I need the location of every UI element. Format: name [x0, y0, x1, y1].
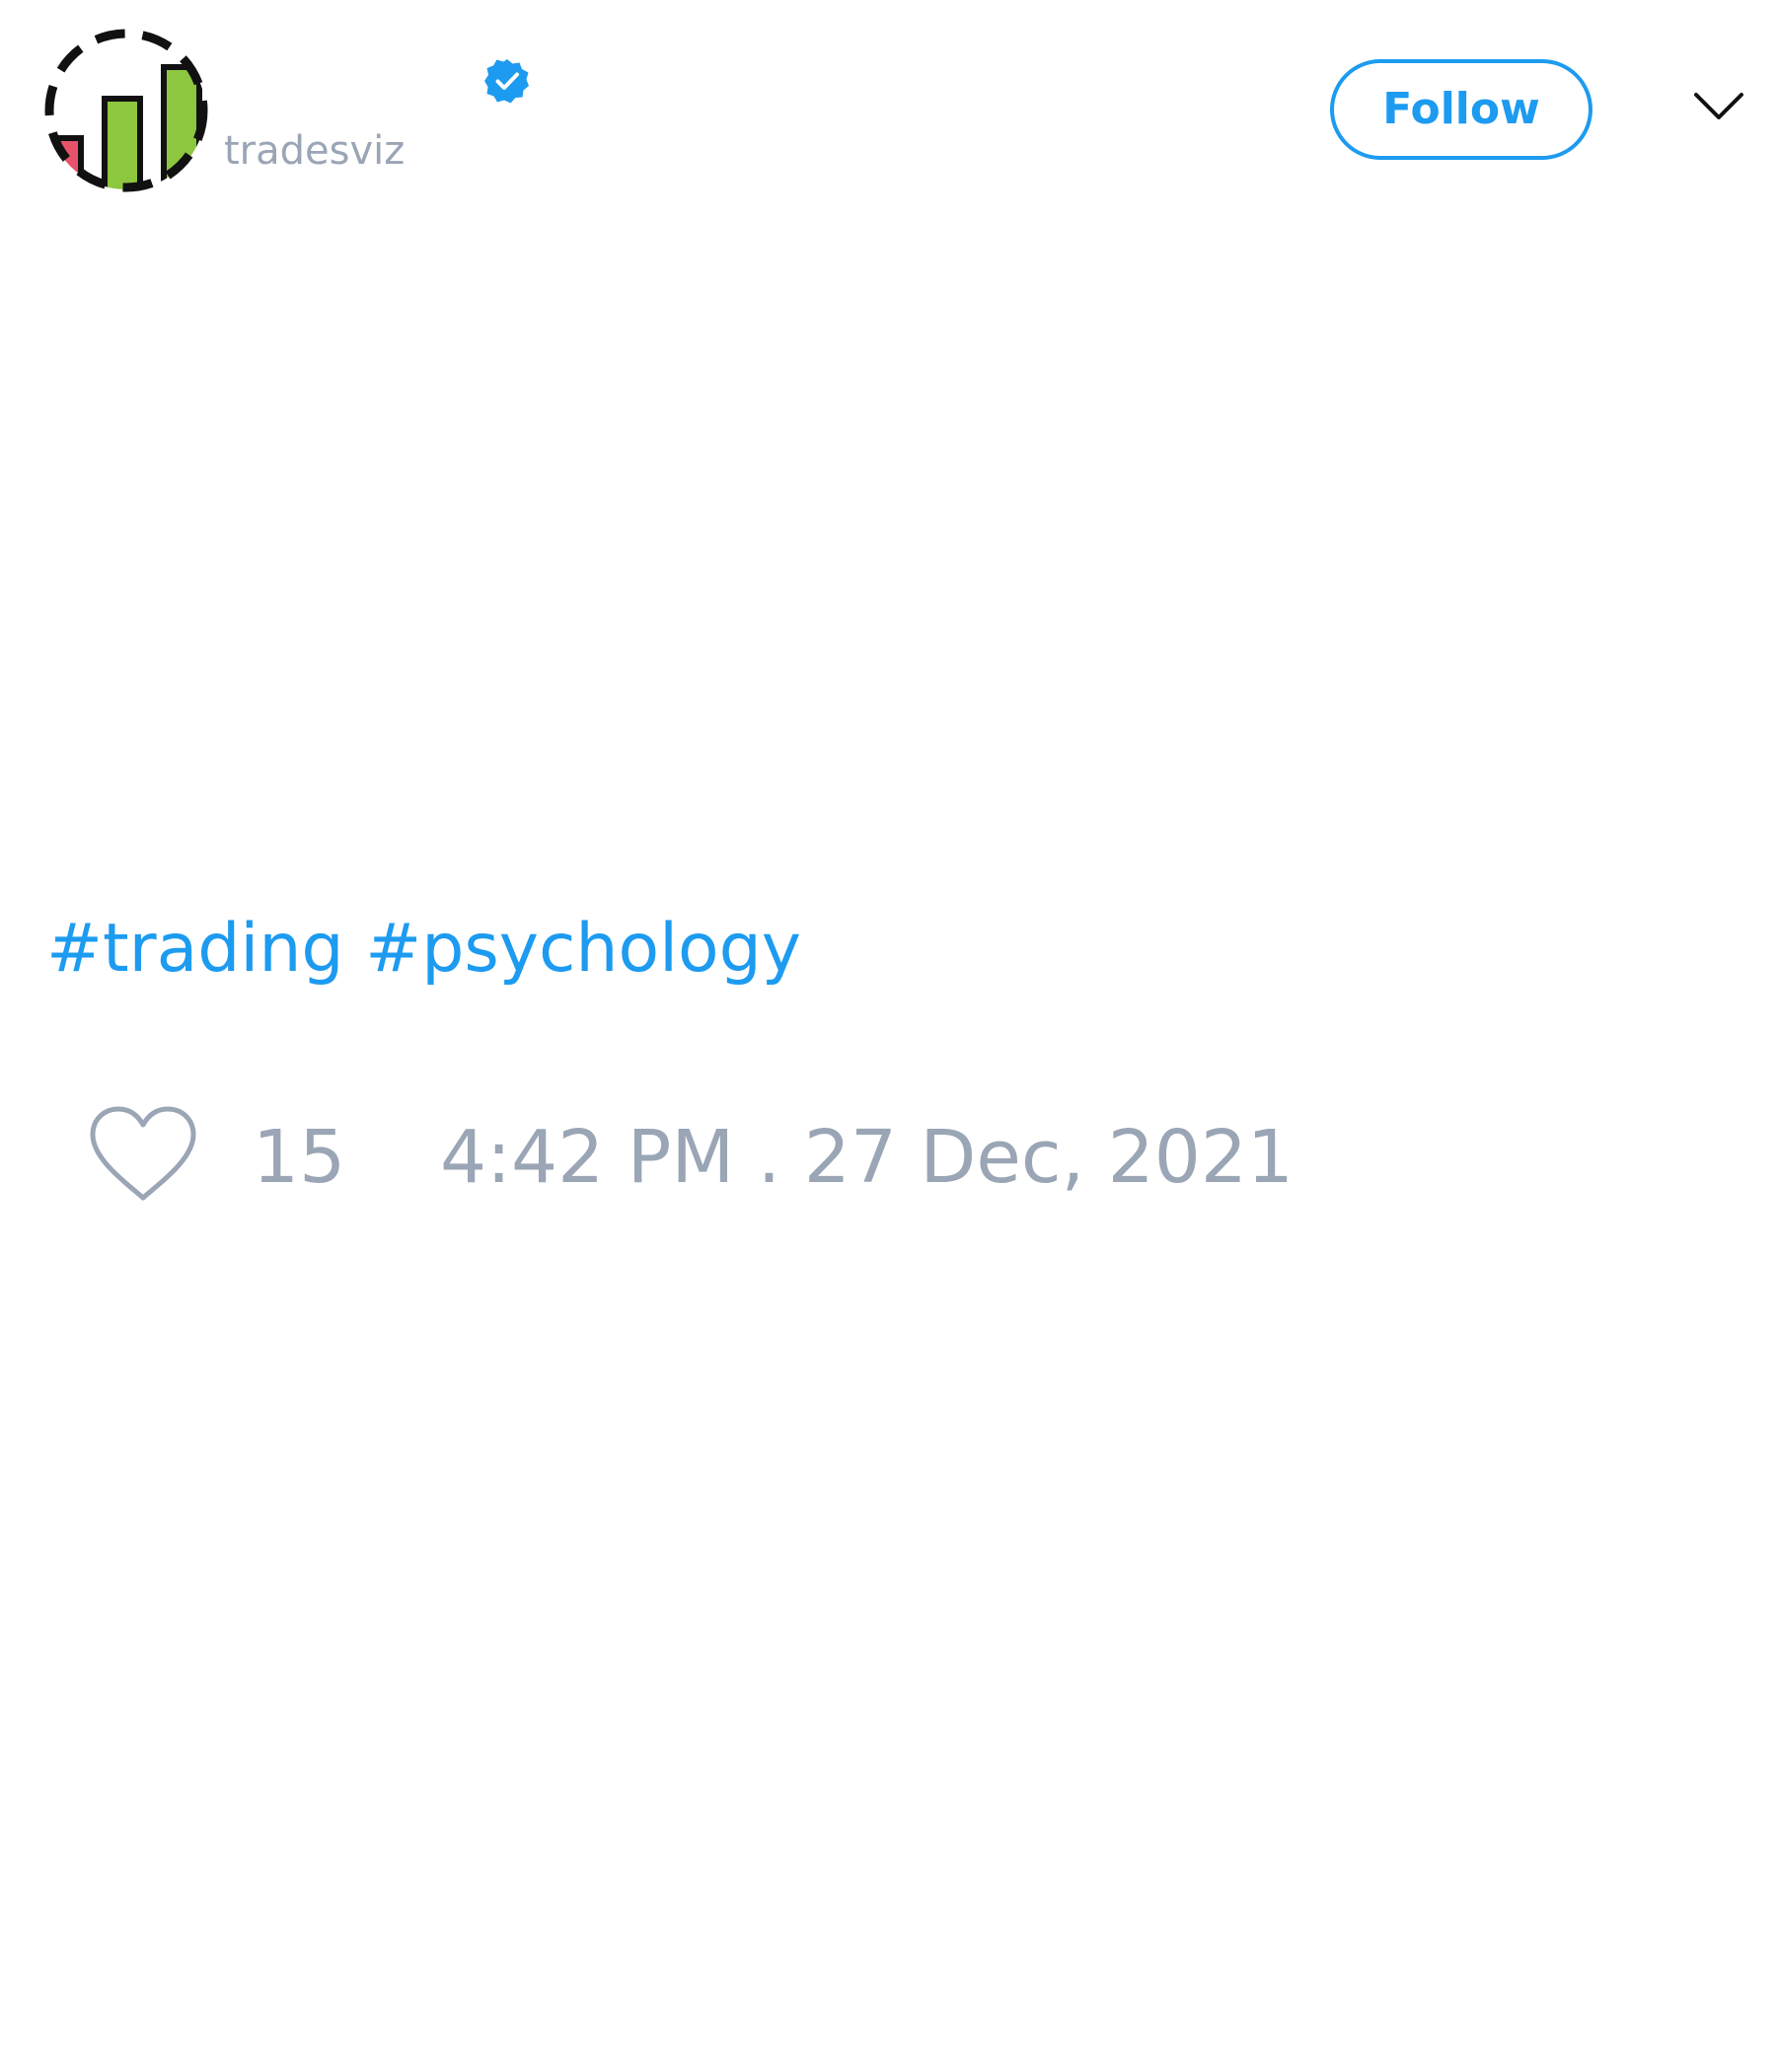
chevron-down-icon[interactable] [1692, 87, 1745, 126]
like-count: 15 [253, 1115, 346, 1200]
user-handle[interactable]: tradesviz [224, 126, 405, 176]
tweet-timestamp[interactable]: 4:42 PM . 27 Dec, 2021 [440, 1115, 1294, 1200]
verified-badge-icon [483, 57, 531, 105]
tweet-text: #trading #psychology [46, 910, 801, 989]
avatar[interactable] [43, 28, 209, 193]
hashtag-link[interactable]: #trading [46, 910, 344, 988]
hashtag-link[interactable]: #psychology [365, 910, 801, 988]
heart-icon[interactable] [87, 1105, 199, 1204]
follow-button[interactable]: Follow [1330, 59, 1592, 160]
bar-chart-logo-icon [44, 29, 208, 192]
